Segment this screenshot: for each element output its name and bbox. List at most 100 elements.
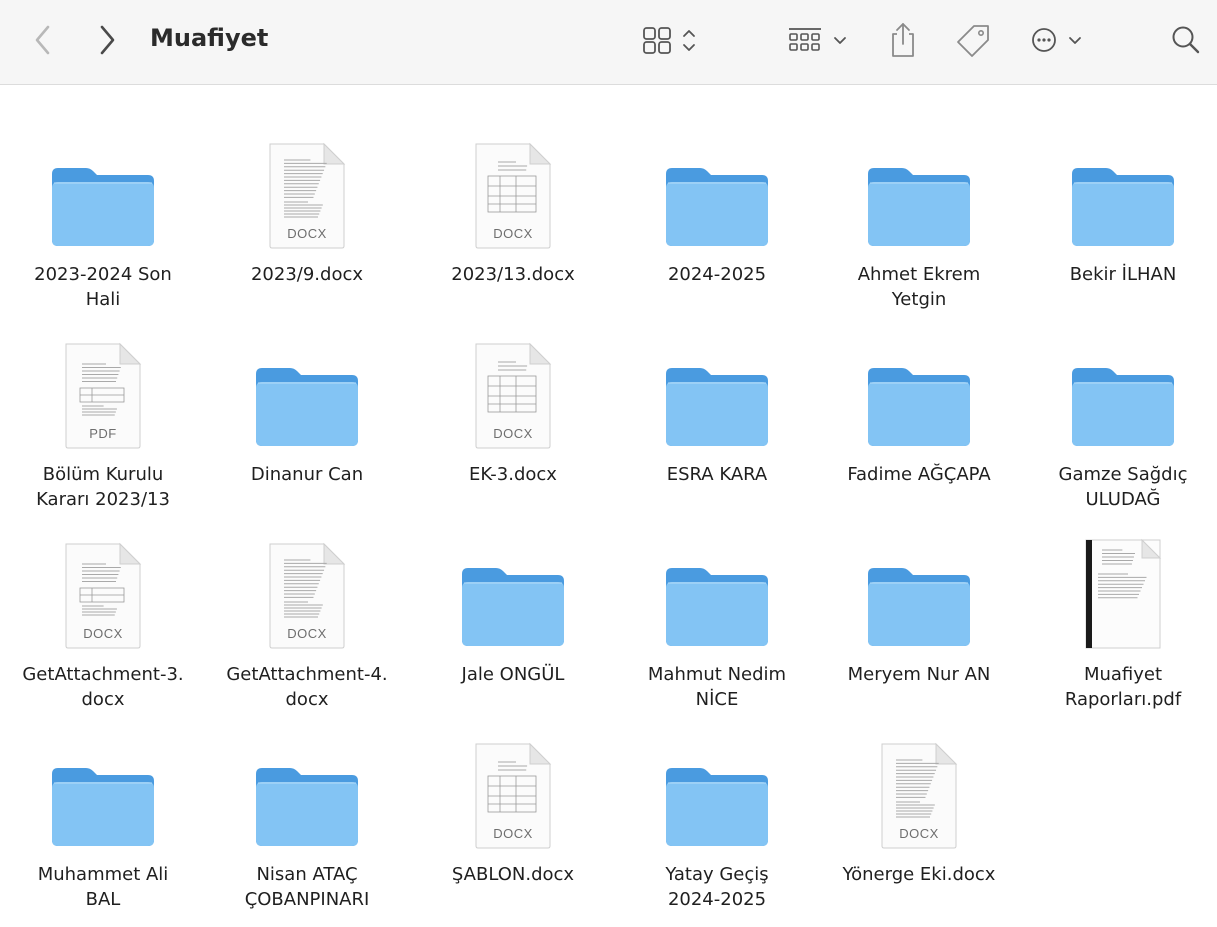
item-icon xyxy=(207,320,407,450)
forward-button[interactable] xyxy=(90,22,124,58)
back-button[interactable] xyxy=(26,22,60,58)
item-icon xyxy=(207,720,407,850)
item-icon: DOCX xyxy=(413,320,613,450)
search-icon xyxy=(1172,26,1200,54)
folder-item[interactable]: Muhammet Ali BAL xyxy=(3,720,203,916)
document-icon: DOCX xyxy=(475,742,552,849)
item-label: Ahmet Ekrem Yetgin xyxy=(857,264,981,310)
item-icon xyxy=(819,520,1019,650)
document-icon: DOCX xyxy=(881,742,958,849)
item-label: Jale ONGÜL xyxy=(461,664,565,685)
document-icon: DOCX xyxy=(65,542,142,649)
document-icon: DOCX xyxy=(475,142,552,249)
search-button[interactable] xyxy=(1166,20,1206,60)
svg-text:DOCX: DOCX xyxy=(899,826,939,841)
file-item[interactable]: DOCX GetAttachment-3. docx xyxy=(3,520,203,716)
item-label: ŞABLON.docx xyxy=(451,864,575,885)
group-by-button[interactable] xyxy=(785,22,857,58)
finder-toolbar: Muafiyet xyxy=(0,0,1217,85)
folder-item[interactable]: 2023-2024 Son Hali xyxy=(3,120,203,316)
item-label: Dinanur Can xyxy=(250,464,364,485)
tag-icon xyxy=(957,25,989,57)
folder-icon xyxy=(868,568,970,646)
folder-item[interactable]: Gamze Sağdıç ULUDAĞ xyxy=(1023,320,1217,516)
folder-icon xyxy=(1072,168,1174,246)
folder-icon xyxy=(256,368,358,446)
item-icon xyxy=(1023,520,1217,650)
folder-item[interactable]: Mahmut Nedim NİCE xyxy=(617,520,817,716)
item-icon xyxy=(617,320,817,450)
document-icon: PDF xyxy=(65,342,142,449)
folder-item[interactable]: 2024-2025 xyxy=(617,120,817,316)
folder-item[interactable]: Dinanur Can xyxy=(207,320,407,516)
file-item[interactable]: DOCX 2023/13.docx xyxy=(413,120,613,316)
pdf-preview-icon xyxy=(1085,538,1162,649)
file-item[interactable]: DOCX ŞABLON.docx xyxy=(413,720,613,916)
folder-item[interactable]: ESRA KARA xyxy=(617,320,817,516)
item-label: 2023/9.docx xyxy=(250,264,364,285)
folder-item[interactable]: Bekir İLHAN xyxy=(1023,120,1217,316)
item-label: Bekir İLHAN xyxy=(1069,264,1177,285)
folder-icon xyxy=(868,368,970,446)
item-label: Mahmut Nedim NİCE xyxy=(647,664,787,710)
file-item[interactable]: DOCX EK-3.docx xyxy=(413,320,613,516)
tag-button[interactable] xyxy=(952,22,992,58)
group-by-icon xyxy=(789,28,846,51)
chevron-right-icon xyxy=(100,25,115,55)
file-item[interactable]: DOCX GetAttachment-4. docx xyxy=(207,520,407,716)
view-mode-button[interactable] xyxy=(640,22,706,58)
item-label: GetAttachment-3. docx xyxy=(22,664,184,710)
share-icon xyxy=(892,23,914,57)
item-icon: DOCX xyxy=(207,520,407,650)
item-label: Muafiyet Raporları.pdf xyxy=(1064,664,1182,710)
item-icon xyxy=(819,120,1019,250)
window-title: Muafiyet xyxy=(150,24,269,52)
folder-item[interactable]: Yatay Geçiş 2024-2025 xyxy=(617,720,817,916)
folder-icon xyxy=(52,768,154,846)
file-item[interactable]: PDF Bölüm Kurulu Kararı 2023/13 xyxy=(3,320,203,516)
svg-text:DOCX: DOCX xyxy=(493,226,533,241)
svg-text:DOCX: DOCX xyxy=(493,826,533,841)
folder-item[interactable]: Fadime AĞÇAPA xyxy=(819,320,1019,516)
folder-item[interactable]: Meryem Nur AN xyxy=(819,520,1019,716)
item-icon xyxy=(1023,120,1217,250)
folder-icon xyxy=(666,168,768,246)
document-icon: DOCX xyxy=(269,542,346,649)
item-icon xyxy=(617,120,817,250)
chevron-left-icon xyxy=(35,25,50,55)
item-label: ESRA KARA xyxy=(666,464,768,485)
svg-text:DOCX: DOCX xyxy=(287,626,327,641)
file-item[interactable]: Muafiyet Raporları.pdf xyxy=(1023,520,1217,716)
folder-item[interactable]: Ahmet Ekrem Yetgin xyxy=(819,120,1019,316)
item-icon: DOCX xyxy=(819,720,1019,850)
item-label: Yönerge Eki.docx xyxy=(842,864,996,885)
folder-item[interactable]: Jale ONGÜL xyxy=(413,520,613,716)
item-label: 2023/13.docx xyxy=(451,264,575,285)
folder-icon xyxy=(666,768,768,846)
item-label: Meryem Nur AN xyxy=(847,664,991,685)
ellipsis-circle-icon xyxy=(1032,28,1081,52)
folder-icon xyxy=(256,768,358,846)
share-button[interactable] xyxy=(885,20,921,60)
item-label: Nisan ATAÇ ÇOBANPINARI xyxy=(244,864,370,910)
item-icon: DOCX xyxy=(207,120,407,250)
item-icon xyxy=(617,520,817,650)
item-icon xyxy=(3,720,203,850)
folder-icon xyxy=(666,368,768,446)
file-item[interactable]: DOCX 2023/9.docx xyxy=(207,120,407,316)
folder-item[interactable]: Nisan ATAÇ ÇOBANPINARI xyxy=(207,720,407,916)
svg-text:PDF: PDF xyxy=(89,426,117,441)
item-label: EK-3.docx xyxy=(469,464,557,485)
item-icon: PDF xyxy=(3,320,203,450)
icon-grid-view-icon xyxy=(643,27,695,54)
more-actions-button[interactable] xyxy=(1030,22,1094,58)
file-grid: 2023-2024 Son Hali DOCX 2023/9.docx DOCX 202… xyxy=(0,85,1217,927)
item-icon xyxy=(3,120,203,250)
item-label: Yatay Geçiş 2024-2025 xyxy=(665,864,769,910)
folder-icon xyxy=(462,568,564,646)
file-item[interactable]: DOCX Yönerge Eki.docx xyxy=(819,720,1019,916)
item-icon: DOCX xyxy=(413,120,613,250)
svg-text:DOCX: DOCX xyxy=(83,626,123,641)
item-icon: DOCX xyxy=(3,520,203,650)
svg-text:DOCX: DOCX xyxy=(493,426,533,441)
